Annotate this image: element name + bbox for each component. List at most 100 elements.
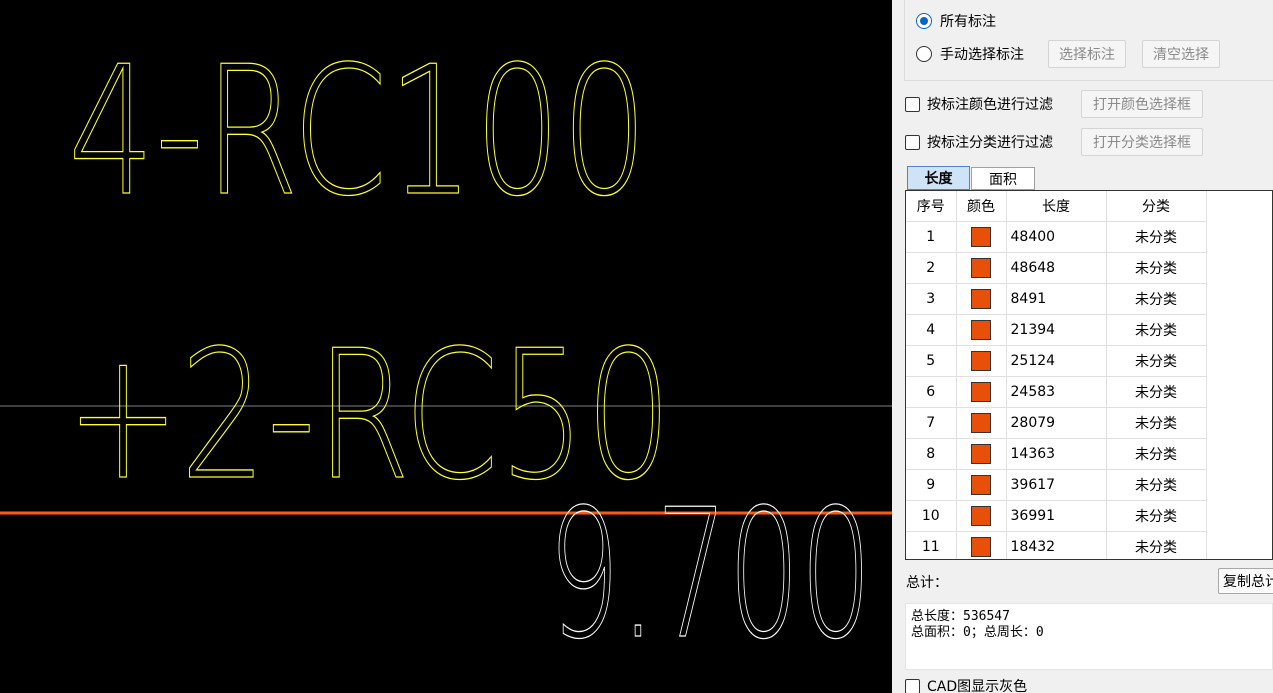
table-row[interactable]: 11 18432 未分类 [906,531,1207,559]
copy-summary-button[interactable]: 复制总计 [1218,568,1273,594]
column-header-category[interactable]: 分类 [1106,191,1207,222]
open-category-picker-button[interactable]: 打开分类选择框 [1081,128,1203,156]
color-swatch[interactable] [971,381,991,402]
color-swatch[interactable] [971,350,991,371]
summary-label: 总计： [906,575,948,591]
row-length: 24583 [1006,376,1107,408]
row-index: 9 [906,469,957,501]
row-length: 48648 [1006,252,1107,284]
annotation-stats-panel: 所有标注 手动选择标注 选择标注 清空选择 按标注颜色进行过滤 打开颜色选择框 … [892,0,1273,693]
tab-area[interactable]: 面积 [971,167,1035,190]
row-color[interactable] [956,376,1007,408]
table-row[interactable]: 2 48648 未分类 [906,252,1207,284]
filter-category-label: 按标注分类进行过滤 [927,135,1053,151]
row-category[interactable]: 未分类 [1106,283,1207,315]
table-row[interactable]: 4 21394 未分类 [906,314,1207,346]
row-color[interactable] [956,283,1007,315]
table-row[interactable]: 3 8491 未分类 [906,283,1207,315]
row-color[interactable] [956,345,1007,377]
row-length: 36991 [1006,500,1107,532]
row-index: 1 [906,221,957,253]
row-index: 6 [906,376,957,408]
column-header-length[interactable]: 长度 [1006,191,1107,222]
radio-unchecked-icon[interactable] [916,46,932,62]
length-table[interactable]: 序号 颜色 长度 分类 1 48400 未分类 2 48648 未分类 3 8491 未分类 4 2… [905,190,1273,560]
table-row[interactable]: 8 14363 未分类 [906,438,1207,470]
row-length: 8491 [1006,283,1107,315]
row-color[interactable] [956,500,1007,532]
row-length: 18432 [1006,531,1107,559]
cad-drawing[interactable]: 4-RC100 +2-RC50 9.700 [0,0,892,693]
radio-all-annotations[interactable]: 所有标注 [916,7,996,35]
row-category[interactable]: 未分类 [1106,221,1207,253]
table-row[interactable]: 6 24583 未分类 [906,376,1207,408]
row-length: 14363 [1006,438,1107,470]
column-header-color[interactable]: 颜色 [956,191,1007,222]
summary-textbox[interactable]: 总长度：536547 总面积：0；总周长：0 [905,603,1273,670]
color-swatch[interactable] [971,505,991,526]
row-length: 48400 [1006,221,1107,253]
open-color-picker-button[interactable]: 打开颜色选择框 [1081,90,1203,118]
row-index: 10 [906,500,957,532]
row-index: 7 [906,407,957,439]
table-row[interactable]: 1 48400 未分类 [906,221,1207,253]
row-category[interactable]: 未分类 [1106,531,1207,559]
row-color[interactable] [956,438,1007,470]
table-row[interactable]: 9 39617 未分类 [906,469,1207,501]
cad-gray-checkbox[interactable] [905,678,920,693]
radio-checked-icon[interactable] [916,13,932,29]
table-row[interactable]: 7 28079 未分类 [906,407,1207,439]
row-index: 3 [906,283,957,315]
cad-gray-toggle[interactable]: CAD图显示灰色 [905,676,1027,693]
row-category[interactable]: 未分类 [1106,500,1207,532]
row-index: 4 [906,314,957,346]
color-swatch[interactable] [971,319,991,340]
color-swatch[interactable] [971,474,991,495]
filter-by-color-row[interactable]: 按标注颜色进行过滤 [905,93,1053,115]
row-length: 39617 [1006,469,1107,501]
row-color[interactable] [956,252,1007,284]
row-category[interactable]: 未分类 [1106,376,1207,408]
summary-total-length: 总长度：536547 [911,609,1010,624]
table-row[interactable]: 5 25124 未分类 [906,345,1207,377]
row-category[interactable]: 未分类 [1106,438,1207,470]
tab-length[interactable]: 长度 [907,166,970,190]
row-index: 2 [906,252,957,284]
filter-color-checkbox[interactable] [905,96,920,112]
column-header-index[interactable]: 序号 [906,191,957,222]
row-color[interactable] [956,314,1007,346]
filter-category-checkbox[interactable] [905,134,920,150]
row-index: 11 [906,531,957,559]
color-swatch[interactable] [971,536,991,557]
row-length: 28079 [1006,407,1107,439]
cad-text-4-rc100[interactable]: 4-RC100 [67,27,648,235]
row-color[interactable] [956,469,1007,501]
select-annotations-button[interactable]: 选择标注 [1048,40,1126,68]
row-color[interactable] [956,221,1007,253]
cad-text-9-700[interactable]: 9.700 [547,470,872,678]
row-color[interactable] [956,407,1007,439]
color-swatch[interactable] [971,257,991,278]
row-category[interactable]: 未分类 [1106,345,1207,377]
radio-manual-label: 手动选择标注 [940,47,1024,63]
row-length: 21394 [1006,314,1107,346]
row-color[interactable] [956,531,1007,559]
color-swatch[interactable] [971,288,991,309]
table-row[interactable]: 10 36991 未分类 [906,500,1207,532]
color-swatch[interactable] [971,412,991,433]
row-category[interactable]: 未分类 [1106,252,1207,284]
row-category[interactable]: 未分类 [1106,407,1207,439]
color-swatch[interactable] [971,443,991,464]
row-category[interactable]: 未分类 [1106,469,1207,501]
row-length: 25124 [1006,345,1107,377]
filter-by-category-row[interactable]: 按标注分类进行过滤 [905,131,1053,153]
row-category[interactable]: 未分类 [1106,314,1207,346]
row-index: 5 [906,345,957,377]
filter-color-label: 按标注颜色进行过滤 [927,97,1053,113]
radio-manual-select[interactable]: 手动选择标注 [916,40,1024,68]
cad-canvas[interactable]: 4-RC100 +2-RC50 9.700 [0,0,892,693]
color-swatch[interactable] [971,226,991,247]
table-header-row: 序号 颜色 长度 分类 [906,191,1207,222]
summary-total-area: 总面积：0；总周长：0 [911,625,1044,640]
clear-selection-button[interactable]: 清空选择 [1142,40,1220,68]
